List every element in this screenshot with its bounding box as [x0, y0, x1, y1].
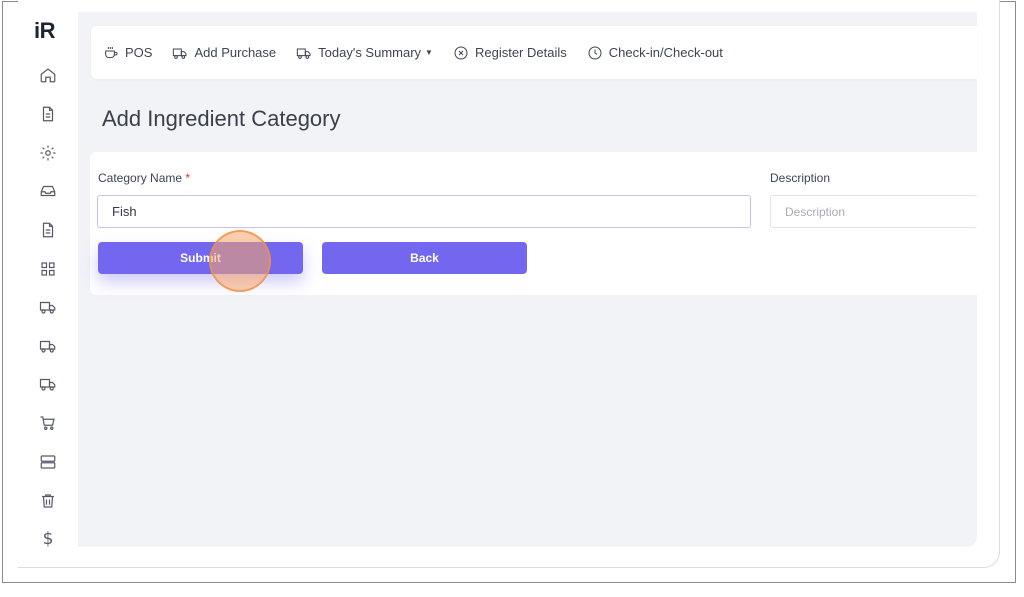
nav-register-details[interactable]: Register Details	[453, 45, 567, 61]
click-indicator	[209, 230, 271, 292]
circle-x-icon	[454, 46, 468, 59]
grid-icon[interactable]	[38, 259, 58, 279]
dollar-icon[interactable]: $	[38, 529, 58, 549]
description-label: Description	[770, 171, 831, 185]
cart-icon[interactable]	[38, 413, 58, 433]
page-title: Add Ingredient Category	[102, 106, 341, 131]
nav-register-details-label: Register Details	[474, 45, 567, 60]
nav-todays-summary-label: Today's Summary	[318, 45, 422, 60]
category-name-label-text: Category Name	[98, 171, 183, 185]
nav-check-in-out[interactable]: Check-in/Check-out	[587, 45, 723, 61]
coffee-cup-icon	[105, 46, 118, 58]
home-icon[interactable]	[38, 65, 58, 85]
back-button[interactable]: Back	[322, 242, 527, 274]
gear-icon[interactable]	[38, 143, 58, 163]
top-navbar: POS Add Purchase Today's Summary ▼ Regis…	[91, 26, 977, 79]
nav-pos[interactable]: POS	[103, 45, 152, 61]
truck-icon[interactable]	[38, 374, 58, 394]
description-input[interactable]: Description	[770, 195, 977, 228]
app-logo[interactable]: iR	[34, 18, 56, 44]
trash-icon[interactable]	[38, 491, 58, 511]
caret-down-icon: ▼	[425, 48, 433, 57]
nav-check-in-out-label: Check-in/Check-out	[608, 45, 723, 60]
truck-icon	[296, 48, 311, 59]
category-name-label: Category Name *	[98, 171, 190, 185]
submit-button[interactable]: Submit	[98, 242, 303, 274]
nav-pos-label: POS	[125, 45, 153, 60]
required-mark: *	[185, 171, 191, 185]
truck-icon[interactable]	[38, 336, 58, 356]
description-placeholder: Description	[785, 204, 846, 219]
nav-add-purchase-label: Add Purchase	[194, 45, 277, 60]
category-name-value: Fish	[112, 204, 137, 219]
category-name-input[interactable]: Fish	[97, 195, 751, 228]
truck-icon[interactable]	[38, 297, 58, 317]
document-icon[interactable]	[38, 104, 58, 124]
nav-add-purchase[interactable]: Add Purchase	[172, 45, 276, 61]
nav-todays-summary[interactable]: Today's Summary ▼	[296, 45, 433, 61]
inbox-icon[interactable]	[38, 181, 58, 201]
truck-icon	[173, 48, 187, 59]
server-icon[interactable]	[38, 452, 58, 472]
clock-icon	[588, 46, 602, 59]
document-icon[interactable]	[38, 220, 58, 240]
